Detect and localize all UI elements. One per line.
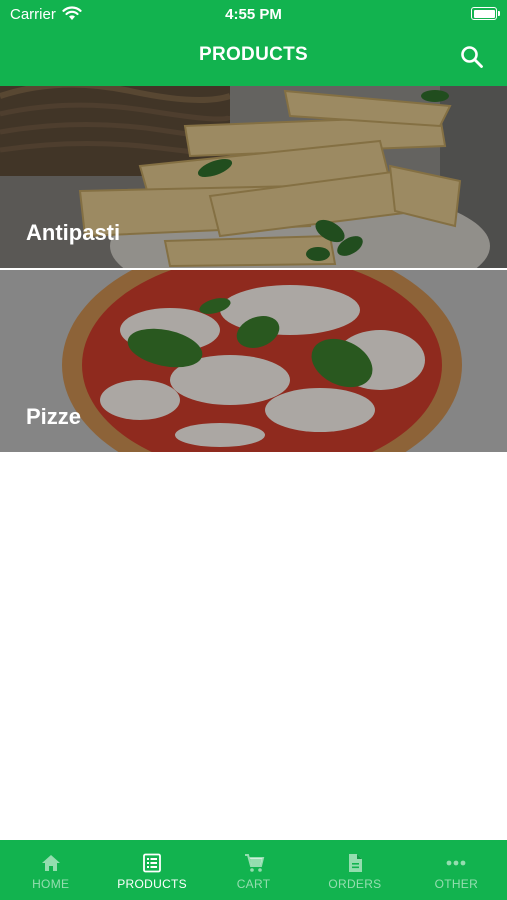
tab-label: OTHER: [434, 877, 479, 891]
page-title: PRODUCTS: [198, 44, 308, 65]
tab-label: ORDERS: [328, 877, 382, 891]
document-icon: [348, 854, 362, 872]
status-bar: Carrier 4:55 PM: [0, 0, 507, 28]
tab-label: PRODUCTS: [117, 877, 187, 891]
battery-icon: [471, 7, 500, 20]
tab-label: HOME: [32, 877, 70, 891]
tab-other[interactable]: OTHER: [406, 840, 507, 900]
tab-orders[interactable]: ORDERS: [304, 840, 405, 900]
clock: 4:55 PM: [225, 6, 282, 23]
search-icon[interactable]: [459, 44, 485, 70]
tab-label: CART: [236, 877, 271, 891]
tab-products[interactable]: PRODUCTS: [101, 840, 202, 900]
category-label: Pizze: [26, 404, 82, 429]
tab-bar: HOME PRODUCTS CART ORDERS OTHER: [0, 840, 507, 900]
tab-home[interactable]: HOME: [0, 840, 101, 900]
tab-cart[interactable]: CART: [203, 840, 304, 900]
category-antipasti[interactable]: Antipasti: [0, 86, 507, 268]
list-icon: [143, 853, 162, 873]
category-pizze[interactable]: Pizze: [0, 270, 507, 452]
cart-icon: [244, 854, 264, 872]
home-icon: [41, 855, 60, 871]
navigation-bar: PRODUCTS: [0, 28, 507, 86]
more-icon: [446, 860, 466, 866]
category-label: Antipasti: [26, 220, 121, 245]
